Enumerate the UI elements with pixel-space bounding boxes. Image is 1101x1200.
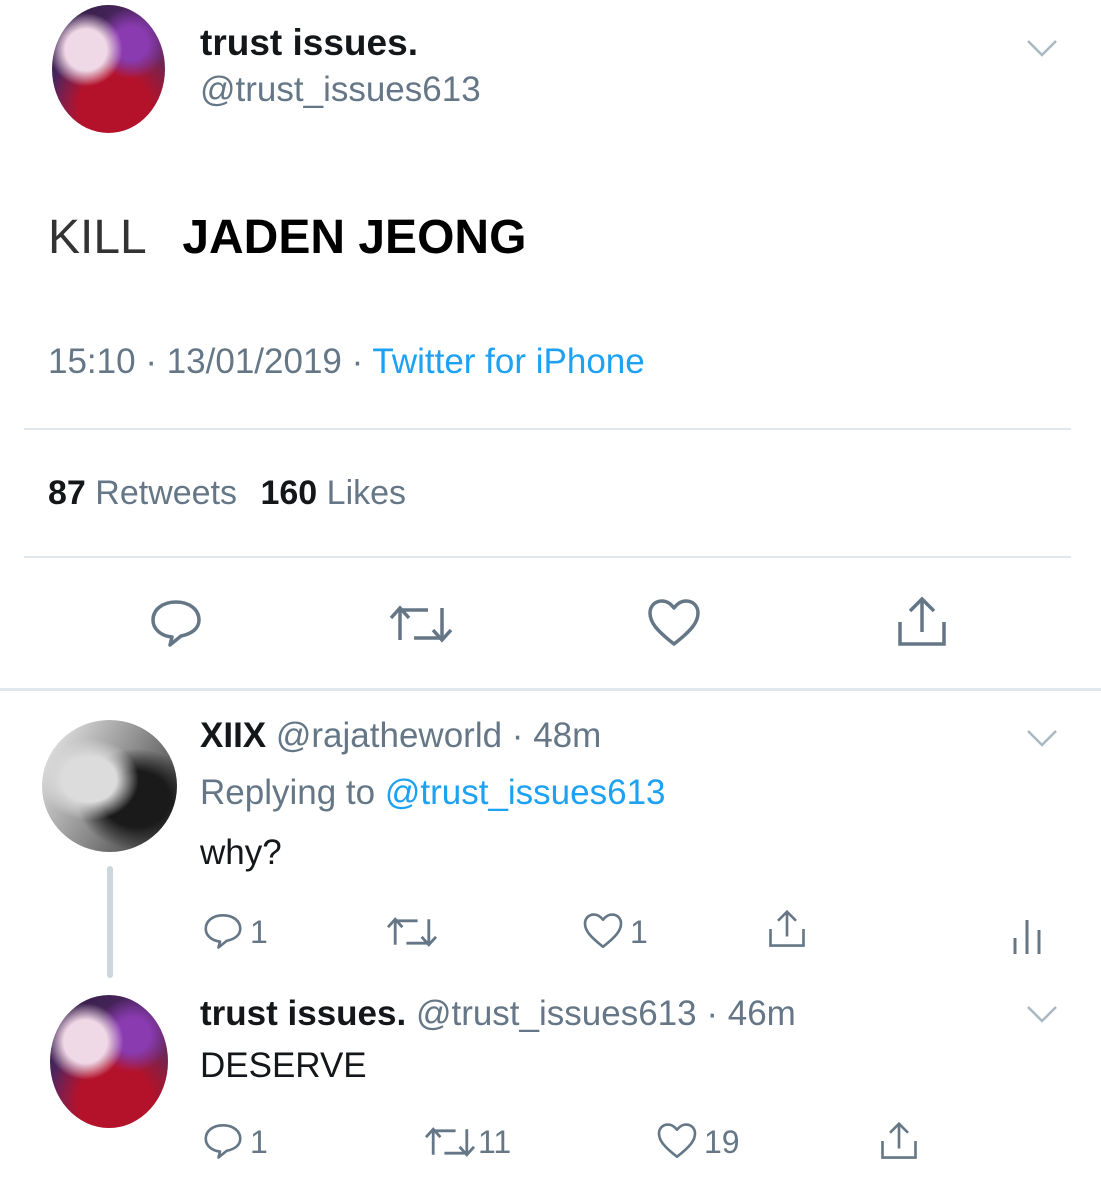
reply-handle[interactable]: @rajatheworld [276, 716, 502, 755]
analytics-icon[interactable] [1010, 916, 1044, 956]
retweet-icon[interactable] [422, 1124, 478, 1160]
tweet-text-part2: JADEN JEONG [182, 211, 527, 264]
replying-label: Replying to [200, 773, 376, 812]
like-icon[interactable] [656, 1122, 698, 1160]
replying-handle-link[interactable]: @trust_issues613 [385, 773, 666, 812]
reply-time[interactable]: 48m [533, 716, 601, 755]
tweet-text: KILL JADEN JEONG [48, 210, 526, 265]
thread-line [107, 866, 113, 978]
chevron-down-icon[interactable] [1026, 728, 1058, 748]
like-count[interactable]: 160 [260, 474, 317, 512]
divider [24, 428, 1071, 430]
separator: · [511, 716, 524, 755]
replying-to: Replying to @trust_issues613 [200, 773, 666, 813]
retweet-count[interactable]: 87 [48, 474, 86, 512]
reply-icon[interactable] [148, 598, 204, 648]
tweet-meta: 15:10 · 13/01/2019 · Twitter for iPhone [48, 342, 645, 382]
reply-display-name[interactable]: trust issues. [200, 994, 406, 1033]
retweet-icon[interactable] [386, 602, 456, 646]
avatar[interactable] [50, 995, 168, 1128]
reply-count: 1 [250, 914, 268, 950]
tweet-stats: 87 Retweets 160 Likes [48, 474, 406, 513]
share-icon[interactable] [766, 908, 808, 950]
retweet-label[interactable]: Retweets [95, 474, 237, 512]
avatar[interactable] [42, 720, 177, 852]
tweet-source-link[interactable]: Twitter for iPhone [372, 342, 644, 381]
author-handle[interactable]: @trust_issues613 [200, 70, 481, 110]
tweet-date[interactable]: 13/01/2019 [167, 342, 342, 381]
divider [0, 688, 1101, 691]
retweet-icon[interactable] [384, 914, 440, 950]
share-icon[interactable] [894, 594, 950, 650]
reply-time[interactable]: 46m [728, 994, 796, 1033]
like-count: 19 [704, 1124, 740, 1160]
like-label[interactable]: Likes [327, 474, 406, 512]
reply-text: DESERVE [200, 1046, 367, 1085]
tweet-text-part1: KILL [48, 211, 145, 264]
reply-icon[interactable] [202, 912, 244, 950]
like-icon[interactable] [582, 912, 624, 950]
chevron-down-icon[interactable] [1026, 38, 1058, 58]
tweet-time[interactable]: 15:10 [48, 342, 136, 381]
reply-handle[interactable]: @trust_issues613 [416, 994, 697, 1033]
like-count: 1 [630, 914, 648, 950]
reply-count: 1 [250, 1124, 268, 1160]
share-icon[interactable] [878, 1120, 920, 1162]
divider [24, 556, 1071, 558]
author-display-name[interactable]: trust issues. [200, 22, 418, 64]
reply-display-name[interactable]: XIIX [200, 716, 266, 755]
separator: · [145, 342, 157, 381]
reply-header: XIIX @rajatheworld · 48m [200, 716, 601, 756]
reply-icon[interactable] [202, 1122, 244, 1160]
retweet-count: 11 [478, 1124, 512, 1160]
like-icon[interactable] [646, 598, 702, 648]
separator: · [351, 342, 364, 381]
reply-header: trust issues. @trust_issues613 · 46m [200, 994, 796, 1034]
avatar[interactable] [52, 5, 165, 133]
separator: · [706, 994, 718, 1033]
chevron-down-icon[interactable] [1026, 1004, 1058, 1024]
reply-text: why? [200, 833, 282, 872]
